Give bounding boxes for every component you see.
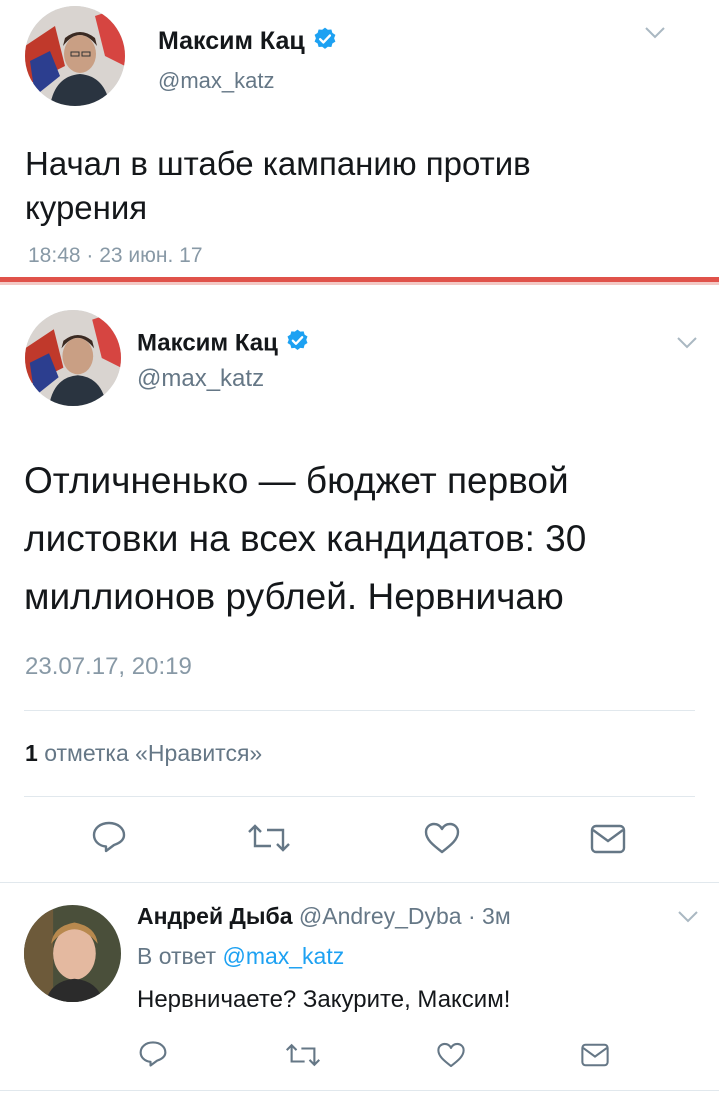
avatar[interactable] xyxy=(25,6,125,106)
tweet-text: Отличненько — бюджет первой листовки на … xyxy=(24,452,586,626)
timestamp[interactable]: 23.07.17, 20:19 xyxy=(25,653,192,681)
divider xyxy=(24,710,695,711)
chevron-down-icon[interactable] xyxy=(676,336,698,355)
verified-badge-icon xyxy=(285,328,310,360)
in-reply-handle[interactable]: @max_katz xyxy=(222,943,344,969)
reply-time: · 3м xyxy=(468,903,511,929)
timestamp[interactable]: 18:48 · 23 июн. 17 xyxy=(28,244,203,268)
message-icon[interactable] xyxy=(589,823,627,855)
avatar[interactable] xyxy=(24,905,121,1002)
avatar[interactable] xyxy=(25,310,121,406)
tweet-text-line: листовки на всех кандидатов: 30 xyxy=(24,518,587,559)
tweet-text-line: курения xyxy=(25,189,148,226)
reply-text: Нервничаете? Закурите, Максим! xyxy=(137,986,511,1013)
in-reply-label: В ответ xyxy=(137,943,217,969)
reply-icon[interactable] xyxy=(91,820,127,854)
verified-badge-icon xyxy=(312,26,338,59)
author-handle[interactable]: @max_katz xyxy=(137,365,264,393)
author-name[interactable]: Андрей Дыба xyxy=(137,903,293,929)
author-name[interactable]: Максим Кац xyxy=(137,329,278,356)
divider xyxy=(24,796,695,797)
tweet-text: Начал в штабе кампанию против курения xyxy=(25,142,531,230)
tweet-text-line: Отличненько — бюджет первой xyxy=(24,460,569,501)
tweet-card-top: Максим Кац @max_katz Начал в штабе кампа… xyxy=(0,0,719,278)
likes-stat[interactable]: 1 отметка «Нравится» xyxy=(25,740,262,767)
author-name[interactable]: Максим Кац xyxy=(158,27,305,55)
likes-count: 1 xyxy=(25,740,38,766)
separator-shadow xyxy=(0,282,719,285)
message-icon[interactable] xyxy=(580,1042,610,1068)
retweet-icon[interactable] xyxy=(245,822,293,854)
divider xyxy=(0,882,719,883)
author-handle[interactable]: @max_katz xyxy=(158,68,274,94)
chevron-down-icon[interactable] xyxy=(677,910,699,929)
like-icon[interactable] xyxy=(423,821,461,855)
like-icon[interactable] xyxy=(436,1041,466,1069)
tweet-text-line: Начал в штабе кампанию против xyxy=(25,145,531,182)
divider xyxy=(0,1090,719,1091)
reply-icon[interactable] xyxy=(138,1040,168,1068)
tweet-text-line: миллионов рублей. Нервничаю xyxy=(24,576,564,617)
retweet-icon[interactable] xyxy=(283,1042,323,1068)
chevron-down-icon[interactable] xyxy=(644,26,666,45)
likes-label: отметка «Нравится» xyxy=(44,740,263,766)
author-handle[interactable]: @Andrey_Dyba xyxy=(299,903,462,929)
